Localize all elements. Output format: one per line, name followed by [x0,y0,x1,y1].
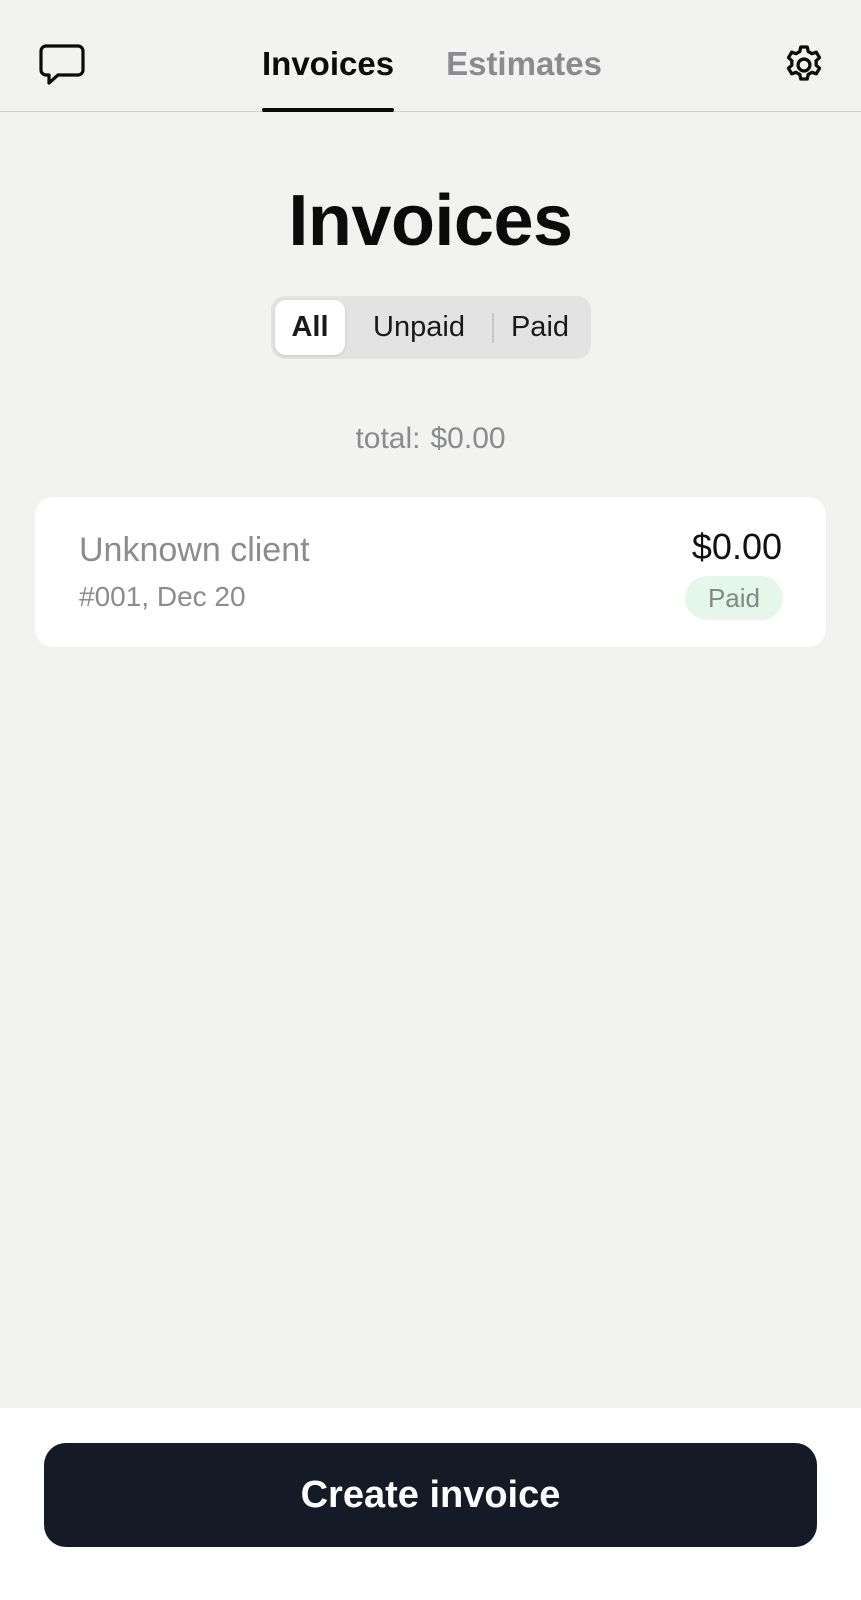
invoices-screen: Invoices Estimates Invoices All Unpaid P… [0,0,861,1600]
invoice-amount: $0.00 [691,526,782,567]
gear-icon[interactable] [777,38,831,92]
top-navigation: Invoices Estimates [0,0,861,112]
tab-invoices[interactable]: Invoices [262,0,395,112]
filter-all[interactable]: All [275,300,345,355]
chat-bubble-icon[interactable] [35,38,89,92]
create-invoice-button[interactable]: Create invoice [44,1443,817,1547]
invoice-client-name: Unknown client [79,531,310,569]
total-label: total: [355,422,421,455]
tab-estimates[interactable]: Estimates [446,0,602,112]
main-tabs: Invoices Estimates [262,0,602,112]
bottom-action-bar: Create invoice [0,1408,861,1600]
page-title: Invoices [288,181,573,261]
total-value: $0.00 [430,422,506,455]
filter-paid[interactable]: Paid [493,300,587,355]
invoice-status-filter: All Unpaid Paid [271,296,591,359]
invoices-total: total: $0.00 [0,422,861,456]
invoice-number-date: #001, Dec 20 [79,581,246,612]
invoice-list-item[interactable]: Unknown client #001, Dec 20 $0.00 Paid [35,497,826,647]
status-badge: Paid [685,576,783,620]
filter-unpaid[interactable]: Unpaid [345,300,493,355]
